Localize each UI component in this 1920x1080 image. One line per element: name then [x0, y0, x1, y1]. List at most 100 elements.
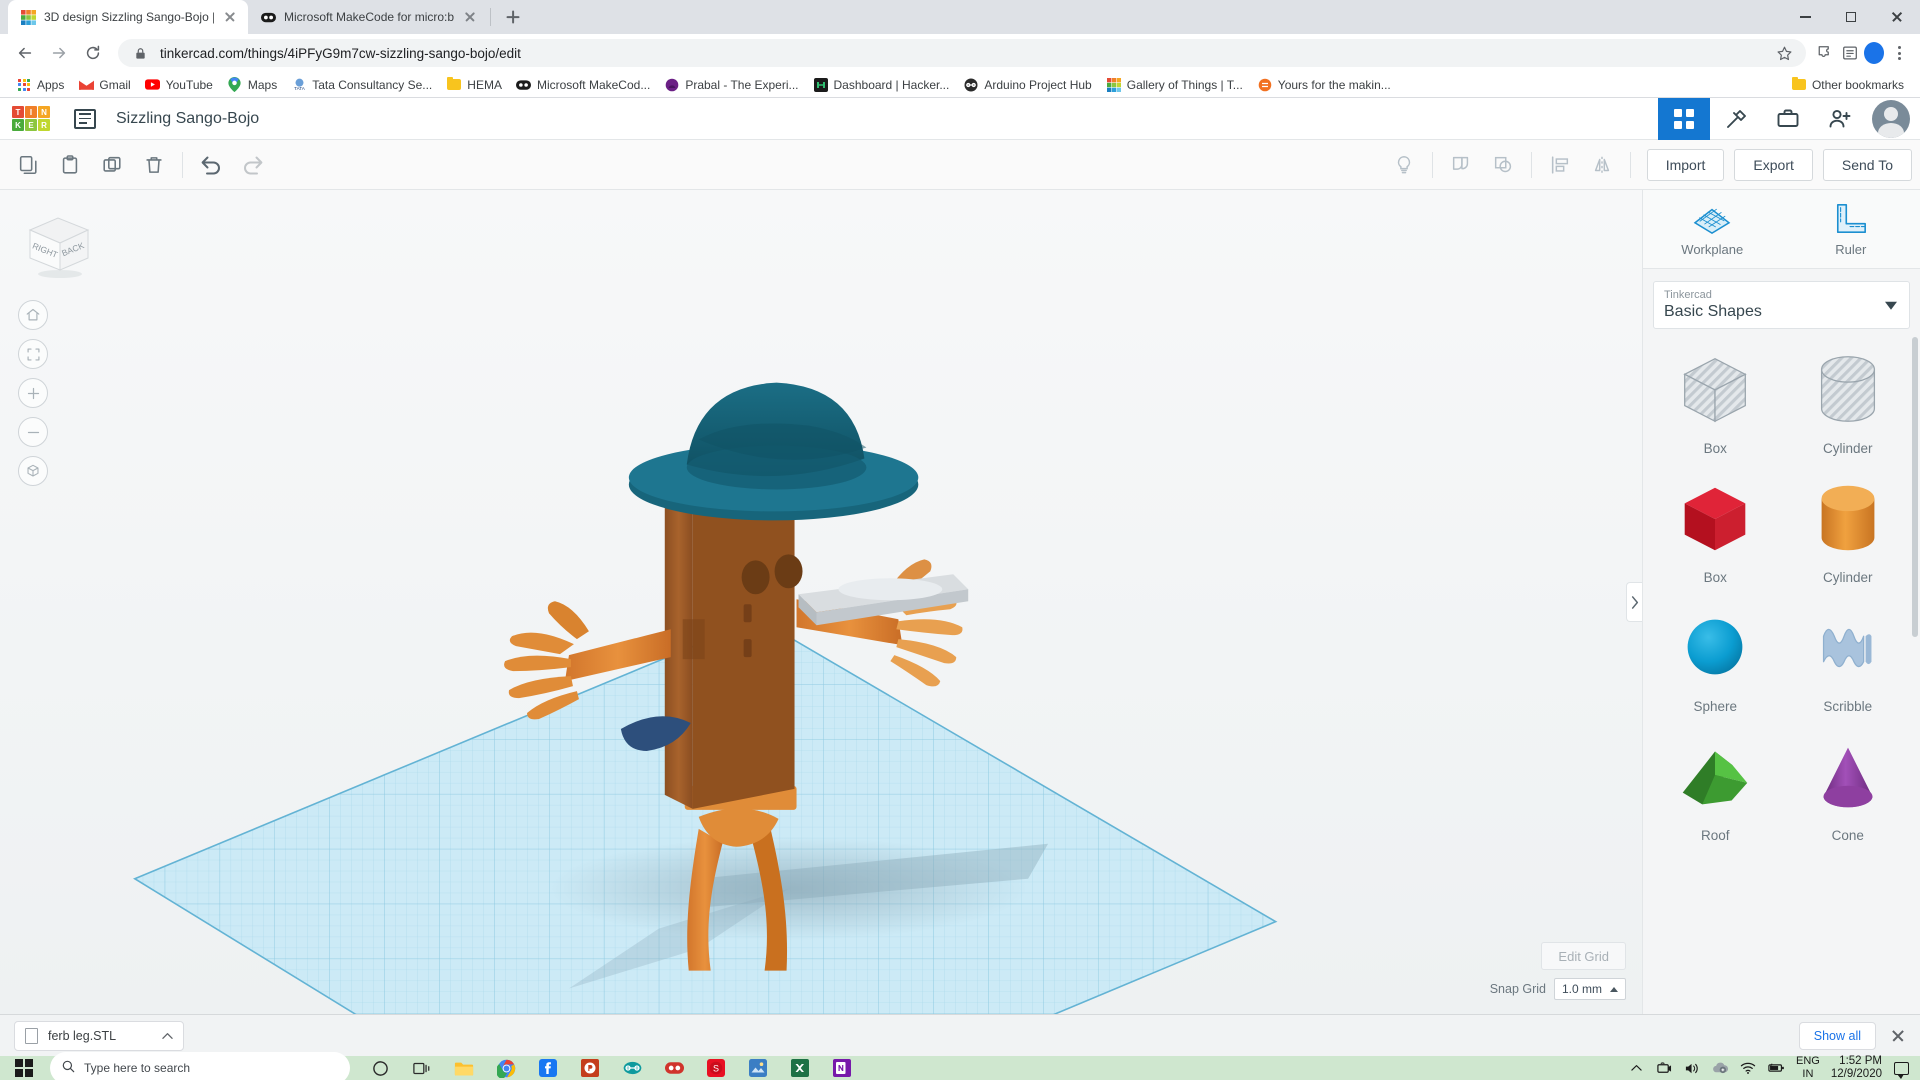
mirror-icon[interactable] [1582, 145, 1622, 185]
task-view-icon[interactable] [402, 1048, 442, 1080]
file-explorer-icon[interactable] [444, 1048, 484, 1080]
bookmark-youtube[interactable]: YouTube [139, 74, 219, 96]
align-icon[interactable] [1540, 145, 1580, 185]
excel-icon[interactable] [780, 1048, 820, 1080]
snap-grid-select[interactable]: 1.0 mm [1553, 978, 1626, 1000]
photos-icon[interactable] [738, 1048, 778, 1080]
edit-grid-button[interactable]: Edit Grid [1541, 942, 1626, 970]
shape-item-cone[interactable]: Cone [1782, 730, 1915, 843]
bookmark-tata[interactable]: TATA Tata Consultancy Se... [285, 74, 438, 96]
shape-item-sphere[interactable]: Sphere [1649, 601, 1782, 714]
grid-icon[interactable] [1658, 97, 1710, 140]
bookmark-makecode[interactable]: Microsoft MakeCod... [510, 74, 656, 96]
bookmark-apps[interactable]: Apps [10, 74, 70, 96]
powerpoint-icon[interactable] [570, 1048, 610, 1080]
avatar[interactable] [1872, 99, 1910, 138]
screen-share-icon[interactable] [1656, 1060, 1673, 1077]
close-icon[interactable] [1874, 0, 1920, 34]
bookmark-hackster[interactable]: Dashboard | Hacker... [807, 74, 956, 96]
other-bookmarks-button[interactable]: Other bookmarks [1785, 74, 1910, 96]
cube-perspective-icon[interactable] [18, 456, 48, 486]
skype-icon[interactable]: S [696, 1048, 736, 1080]
arduino-icon[interactable] [612, 1048, 652, 1080]
new-tab-button[interactable] [499, 3, 527, 31]
ruler-tool[interactable]: Ruler [1782, 190, 1920, 268]
chrome-icon[interactable] [486, 1048, 526, 1080]
close-icon[interactable] [462, 9, 478, 25]
bookmark-maps[interactable]: Maps [221, 74, 283, 96]
fit-frame-icon[interactable] [18, 339, 48, 369]
ungroup-shapes-icon[interactable] [1483, 145, 1523, 185]
battery-icon[interactable] [1768, 1060, 1785, 1077]
shape-item-cylinder-solid[interactable]: Cylinder [1782, 472, 1915, 585]
3d-viewport[interactable]: RIGHT BACK Edit Grid Snap Grid 1.0 mm [0, 190, 1642, 1014]
shape-item-scribble[interactable]: Scribble [1782, 601, 1915, 714]
shape-item-box-hole[interactable]: Box [1649, 343, 1782, 456]
close-icon[interactable] [222, 9, 238, 25]
shape-item-box-solid[interactable]: Box [1649, 472, 1782, 585]
person-add-icon[interactable] [1814, 98, 1866, 140]
bookmark-gallery[interactable]: Gallery of Things | T... [1100, 74, 1249, 96]
back-arrow-icon[interactable] [10, 38, 40, 68]
minimize-icon[interactable] [1782, 0, 1828, 34]
trash-icon[interactable] [134, 145, 174, 185]
wifi-icon[interactable] [1740, 1060, 1757, 1077]
briefcase-icon[interactable] [1762, 98, 1814, 140]
send-to-button[interactable]: Send To [1822, 148, 1912, 181]
volume-icon[interactable] [1684, 1060, 1701, 1077]
onedrive-sync-icon[interactable] [1712, 1060, 1729, 1077]
star-icon[interactable] [1774, 43, 1794, 63]
address-bar[interactable]: tinkercad.com/things/4iPFyG9m7cw-sizzlin… [118, 39, 1806, 67]
export-button[interactable]: Export [1734, 148, 1813, 181]
plus-icon[interactable] [18, 378, 48, 408]
bookmark-prabal[interactable]: Prabal - The Experi... [658, 74, 804, 96]
group-shapes-icon[interactable] [1441, 145, 1481, 185]
panel-scrollbar[interactable] [1912, 337, 1918, 637]
maximize-icon[interactable] [1828, 0, 1874, 34]
redo-icon[interactable] [233, 145, 273, 185]
document-list-icon[interactable] [74, 108, 96, 129]
browser-tab-active[interactable]: 3D design Sizzling Sango-Bojo | T [8, 0, 248, 34]
kebab-menu-icon[interactable] [1888, 42, 1910, 64]
reading-list-icon[interactable] [1840, 43, 1860, 63]
language-indicator[interactable]: ENG IN [1796, 1055, 1820, 1080]
undo-icon[interactable] [191, 145, 231, 185]
notification-icon[interactable] [1893, 1060, 1910, 1079]
reload-icon[interactable] [78, 38, 108, 68]
profile-avatar[interactable] [1864, 42, 1884, 64]
panel-collapse-button[interactable] [1626, 582, 1642, 622]
makecode-icon[interactable] [654, 1048, 694, 1080]
extensions-icon[interactable] [1816, 43, 1836, 63]
duplicate-icon[interactable] [92, 145, 132, 185]
copy-icon[interactable] [8, 145, 48, 185]
bookmark-gmail[interactable]: Gmail [72, 74, 136, 96]
shape-item-roof[interactable]: Roof [1649, 730, 1782, 843]
lightbulb-icon[interactable] [1384, 145, 1424, 185]
search-input[interactable]: Type here to search [50, 1052, 350, 1080]
paste-icon[interactable] [50, 145, 90, 185]
page-title[interactable]: Sizzling Sango-Bojo [116, 110, 259, 128]
view-cube[interactable]: RIGHT BACK [22, 208, 94, 280]
facebook-icon[interactable] [528, 1048, 568, 1080]
close-icon[interactable] [1890, 1028, 1906, 1044]
tinkercad-logo[interactable]: T I N K E R [12, 106, 50, 131]
clock[interactable]: 1:52 PM 12/9/2020 [1831, 1055, 1882, 1080]
import-button[interactable]: Import [1646, 148, 1725, 181]
hammer-icon[interactable] [1710, 98, 1762, 140]
shape-library-select[interactable]: Tinkercad Basic Shapes [1653, 281, 1910, 329]
forward-arrow-icon[interactable] [44, 38, 74, 68]
onenote-icon[interactable] [822, 1048, 862, 1080]
bookmark-hema[interactable]: HEMA [440, 74, 508, 96]
windows-logo-icon[interactable] [0, 1044, 48, 1080]
workplane-tool[interactable]: Workplane [1643, 190, 1782, 268]
home-icon[interactable] [18, 300, 48, 330]
show-all-button[interactable]: Show all [1798, 1021, 1876, 1050]
minus-icon[interactable] [18, 417, 48, 447]
bookmark-instructables[interactable]: Yours for the makin... [1251, 74, 1397, 96]
shape-item-cylinder-hole[interactable]: Cylinder [1782, 343, 1915, 456]
chevron-up-icon[interactable] [162, 1028, 173, 1043]
shapes-list[interactable]: Box Cylinder Box Cylinder Sphere Scribbl… [1643, 329, 1920, 1014]
bookmark-arduino[interactable]: Arduino Project Hub [957, 74, 1097, 96]
cortana-circle-icon[interactable] [360, 1048, 400, 1080]
chevron-up-icon[interactable] [1628, 1060, 1645, 1077]
